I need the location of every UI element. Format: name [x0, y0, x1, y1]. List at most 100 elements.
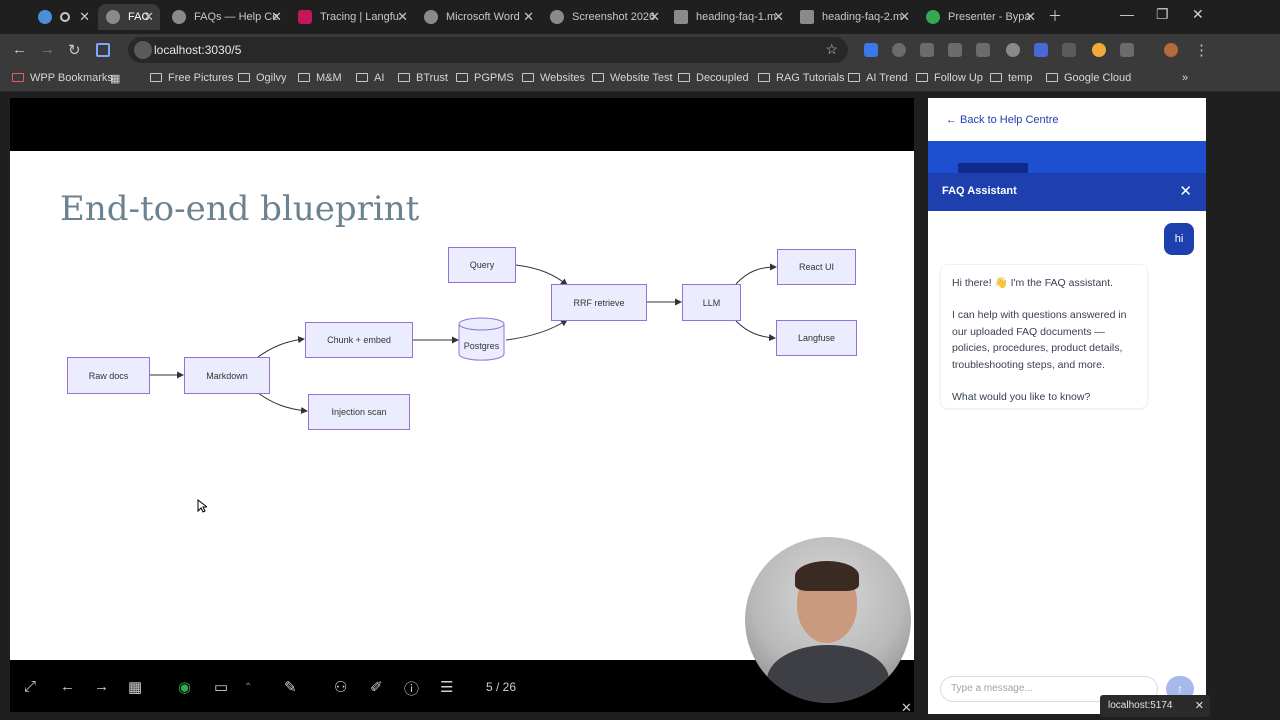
window-close-icon[interactable]: ✕ [1192, 6, 1204, 23]
extension-icon[interactable] [920, 43, 934, 57]
close-icon[interactable]: ✕ [773, 9, 784, 25]
reload-icon[interactable]: ↻ [68, 41, 81, 59]
bookmark-folder[interactable]: BTrust [398, 72, 448, 84]
apps-icon[interactable]: ▦ [110, 72, 120, 85]
edge-query-rrf [515, 264, 568, 286]
close-icon[interactable]: ✕ [1179, 182, 1192, 200]
folder-icon [916, 73, 928, 82]
previous-slide-icon[interactable]: ← [60, 678, 75, 695]
bookmark-folder[interactable]: Free Pictures [150, 72, 233, 84]
extension-icon[interactable] [1092, 43, 1106, 57]
presenter-body [767, 645, 889, 703]
tab-label: FAQs — Help Ce [194, 11, 279, 23]
close-icon[interactable]: ✕ [649, 9, 660, 25]
assistant-message-line: I can help with questions answered in ou… [952, 309, 1127, 371]
bookmark-label: Decoupled [696, 72, 749, 84]
node-postgres: Postgres [463, 341, 500, 351]
back-to-help-centre-link[interactable]: ← Back to Help Centre [946, 114, 1059, 126]
close-icon[interactable]: ✕ [1025, 9, 1036, 25]
next-slide-icon[interactable]: → [94, 678, 109, 695]
bookmark-label: RAG Tutorials [776, 72, 845, 84]
bookmark-label: Google Cloud [1064, 72, 1132, 84]
tab-4[interactable]: Microsoft Word ✕ [416, 4, 540, 30]
avatar[interactable] [1164, 43, 1178, 57]
tab-favicon [38, 10, 52, 24]
pen-icon[interactable]: ✎ [284, 678, 297, 696]
slide-counter: 5 / 26 [486, 680, 517, 694]
close-icon[interactable]: ✕ [271, 9, 282, 25]
edge-llm-react [735, 263, 777, 285]
close-icon[interactable]: ✕ [901, 700, 912, 716]
record-icon [60, 12, 70, 22]
tab-0[interactable]: ✕ [30, 4, 96, 30]
bookmark-folder[interactable]: Websites [522, 72, 585, 84]
assistant-message-line: What would you like to know? [952, 391, 1091, 404]
bookmark-folder[interactable]: RAG Tutorials [758, 72, 844, 84]
presenter-icon[interactable]: ⚇ [334, 678, 347, 696]
extension-icon[interactable] [864, 43, 878, 57]
bookmark-folder[interactable]: Decoupled [678, 72, 749, 84]
tab-5[interactable]: Screenshot 2026 ✕ [542, 4, 666, 30]
tab-label: Microsoft Word [446, 11, 520, 23]
address-bar[interactable]: localhost:3030/5 ☆ [128, 37, 848, 63]
bookmark-folder[interactable]: PGPMS [456, 72, 514, 84]
puzzle-icon[interactable] [1120, 43, 1134, 57]
bookmark-folder[interactable]: Follow Up [916, 72, 983, 84]
settings-icon[interactable]: ☰ [440, 678, 453, 696]
close-icon[interactable]: ✕ [397, 9, 408, 25]
close-icon[interactable]: ✕ [899, 9, 910, 25]
tab-6[interactable]: heading-faq-1.m ✕ [666, 4, 790, 30]
close-icon[interactable]: ✕ [79, 9, 90, 25]
bookmark-folder[interactable]: AI Trend [848, 72, 908, 84]
close-icon[interactable]: ✕ [1195, 699, 1204, 712]
folder-icon [522, 73, 534, 82]
bookmark-folder[interactable]: Website Test [592, 72, 673, 84]
extension-icon[interactable] [948, 43, 962, 57]
bookmark-folder[interactable]: AI [356, 72, 384, 84]
close-icon[interactable]: ✕ [143, 9, 154, 25]
camera-view-icon[interactable]: ◉ [178, 678, 191, 696]
tab-1[interactable]: FAC ✕ [98, 4, 160, 30]
site-info-icon[interactable] [134, 41, 152, 59]
bookmark-label: M&M [316, 72, 342, 84]
tab-7[interactable]: heading-faq-2.m ✕ [792, 4, 916, 30]
tab-3[interactable]: Tracing | Langfu ✕ [290, 4, 414, 30]
bookmark-label: BTrust [416, 72, 448, 84]
bookmark-folder[interactable]: Ogilvy [238, 72, 287, 84]
info-icon[interactable]: ⓘ [404, 678, 419, 699]
extension-icon[interactable] [976, 43, 990, 57]
extension-icon[interactable] [1034, 43, 1048, 57]
close-icon[interactable]: ✕ [523, 9, 534, 25]
fullscreen-icon[interactable]: ⤢ [24, 678, 36, 695]
assistant-message: Hi there! 👋 I'm the FAQ assistant. I can… [940, 264, 1148, 409]
chevron-up-icon[interactable]: ⌃ [244, 682, 252, 693]
forward-icon[interactable]: → [40, 41, 55, 58]
new-tab-icon[interactable]: ＋ [1048, 6, 1062, 26]
node-langfuse: Langfuse [776, 320, 857, 356]
tab-search-icon[interactable] [96, 43, 110, 57]
more-menu-icon[interactable]: ⋮ [1194, 41, 1209, 59]
bookmark-folder[interactable]: temp [990, 72, 1032, 84]
url-text[interactable]: localhost:3030/5 [154, 43, 241, 57]
tab-8[interactable]: Presenter - Bypa ✕ [918, 4, 1042, 30]
pen-icon[interactable] [1062, 43, 1076, 57]
folder-icon [238, 73, 250, 82]
react-devtools-icon[interactable] [892, 43, 906, 57]
bookmark-wpp[interactable]: WPP Bookmarks [12, 72, 113, 84]
bookmark-folder[interactable]: M&M [298, 72, 342, 84]
bookmark-folder[interactable]: Google Cloud [1046, 72, 1131, 84]
star-icon[interactable]: ☆ [825, 41, 838, 58]
tab-label: heading-faq-2.m [822, 11, 903, 23]
tab-label: heading-faq-1.m [696, 11, 777, 23]
restore-icon[interactable]: ❐ [1156, 6, 1169, 23]
node-query: Query [448, 247, 516, 283]
more-bookmarks-icon[interactable]: » [1182, 72, 1188, 84]
minimize-icon[interactable]: — [1120, 6, 1134, 22]
tab-2[interactable]: FAQs — Help Ce ✕ [164, 4, 288, 30]
video-icon[interactable]: ▭ [214, 678, 228, 696]
grid-icon[interactable]: ▦ [128, 678, 142, 696]
camera-icon[interactable] [1006, 43, 1020, 57]
edit-icon[interactable]: ✐ [370, 678, 383, 696]
banner-heading-fragment [958, 163, 1028, 173]
back-icon[interactable]: ← [12, 41, 27, 58]
